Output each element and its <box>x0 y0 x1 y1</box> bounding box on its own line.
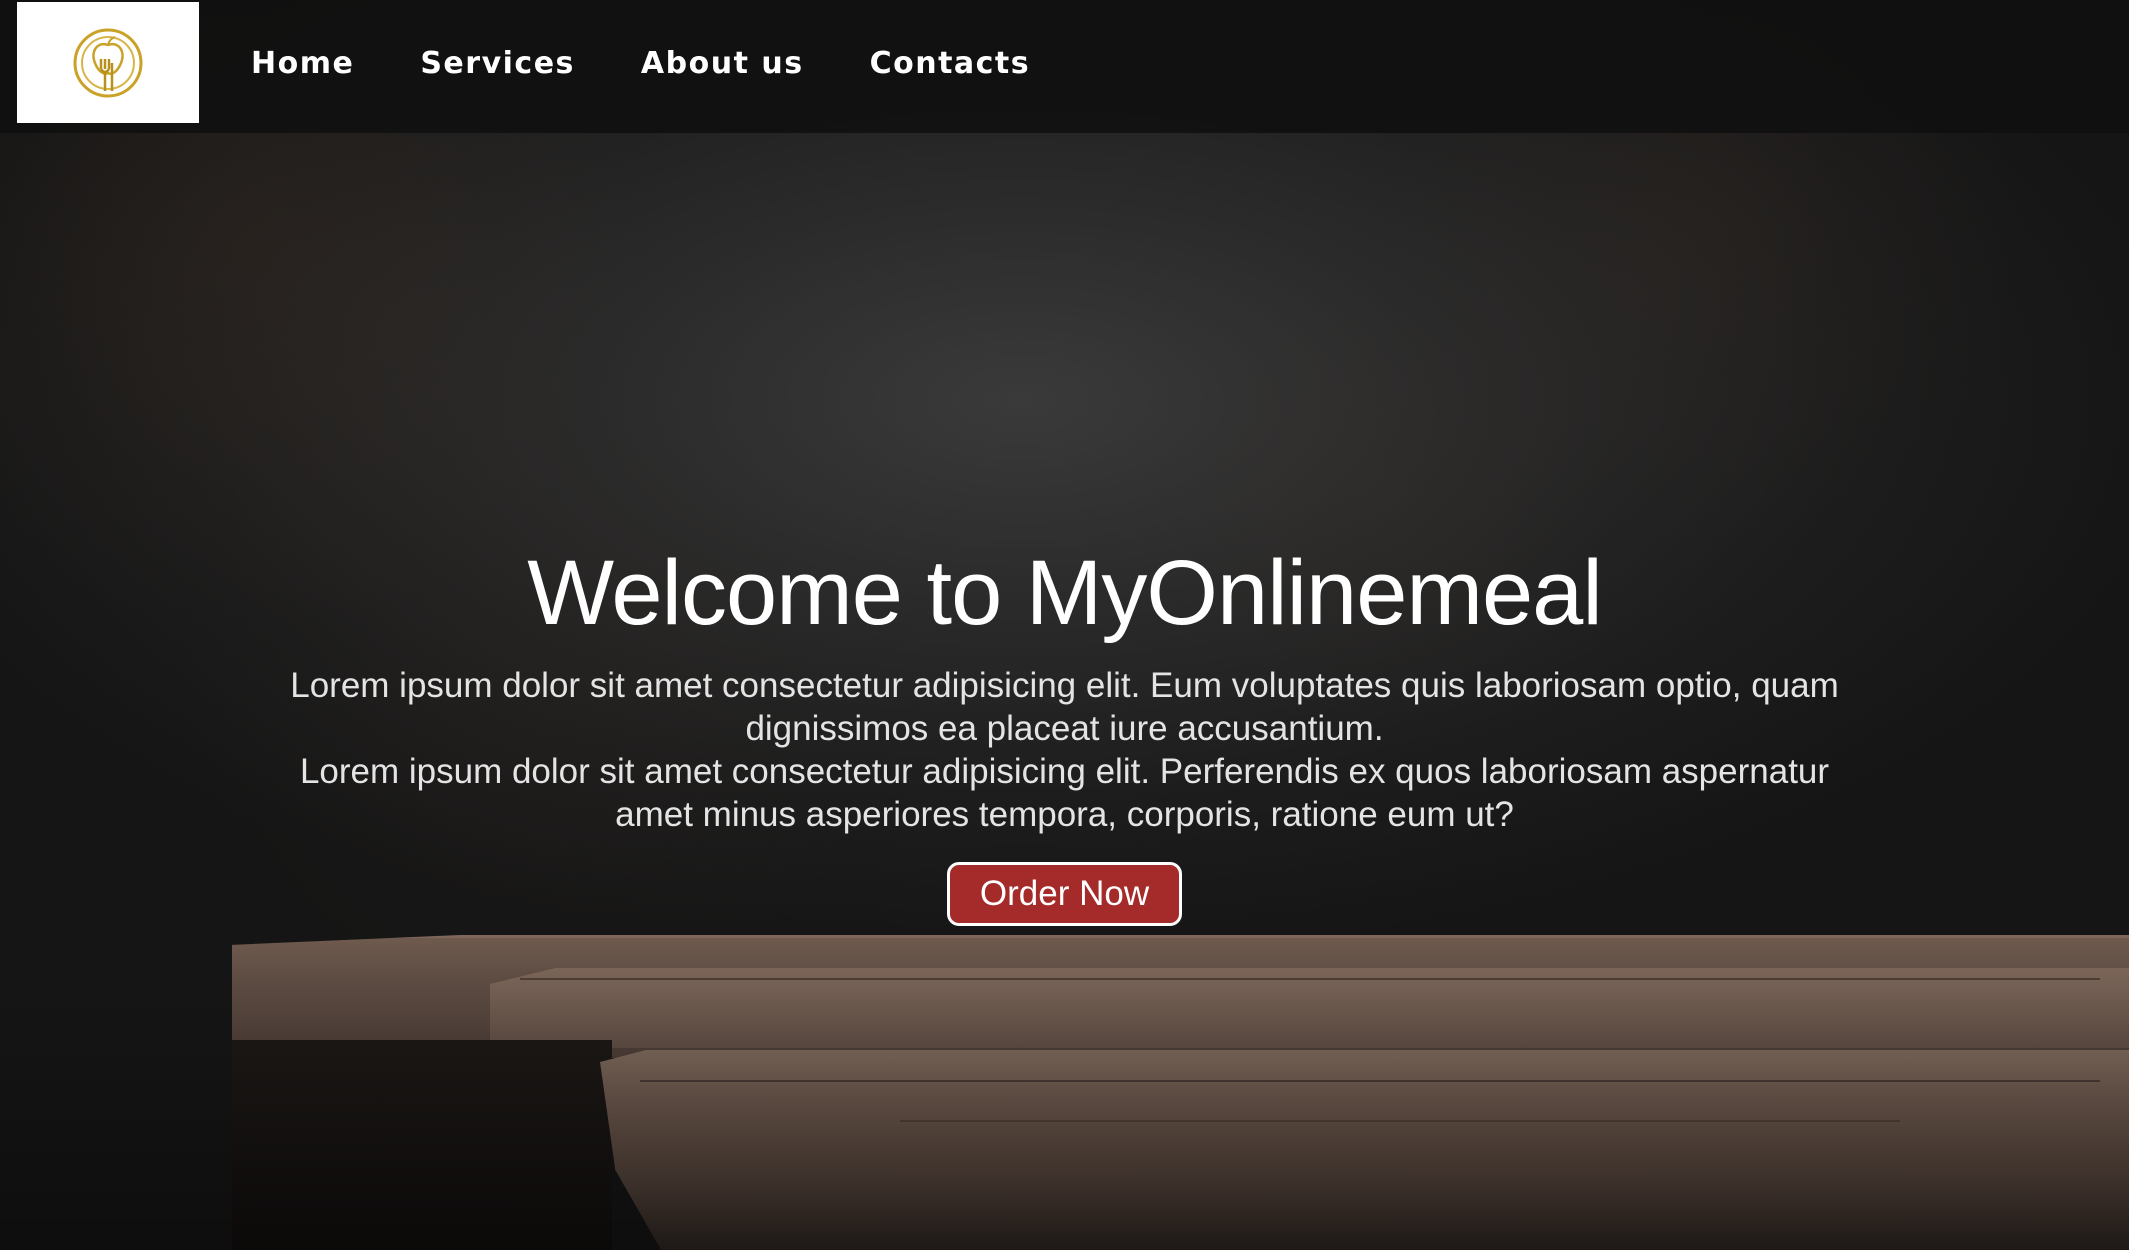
hero-title: Welcome to MyOnlinemeal <box>527 542 1603 644</box>
hero-section: Welcome to MyOnlinemeal Lorem ipsum dolo… <box>0 540 2129 926</box>
logo[interactable] <box>17 2 199 123</box>
hero-description: Lorem ipsum dolor sit amet consectetur a… <box>285 664 1845 836</box>
nav-links: Home Services About us Contacts <box>251 0 1030 133</box>
nav-link-about-us[interactable]: About us <box>641 46 804 81</box>
navbar: Home Services About us Contacts <box>0 0 2129 133</box>
page: Home Services About us Contacts Welcome … <box>0 0 2129 1250</box>
nav-link-contacts[interactable]: Contacts <box>870 46 1031 81</box>
hero-paragraph-2: Lorem ipsum dolor sit amet consectetur a… <box>299 752 1830 834</box>
order-now-button[interactable]: Order Now <box>946 862 1183 926</box>
wood-grain-line <box>520 978 2100 980</box>
fork-apple-emblem-icon <box>73 28 143 97</box>
nav-link-services[interactable]: Services <box>420 46 575 81</box>
hero-paragraph-1: Lorem ipsum dolor sit amet consectetur a… <box>290 666 1839 748</box>
bottom-shadow <box>0 990 2129 1250</box>
nav-link-home[interactable]: Home <box>251 46 354 81</box>
